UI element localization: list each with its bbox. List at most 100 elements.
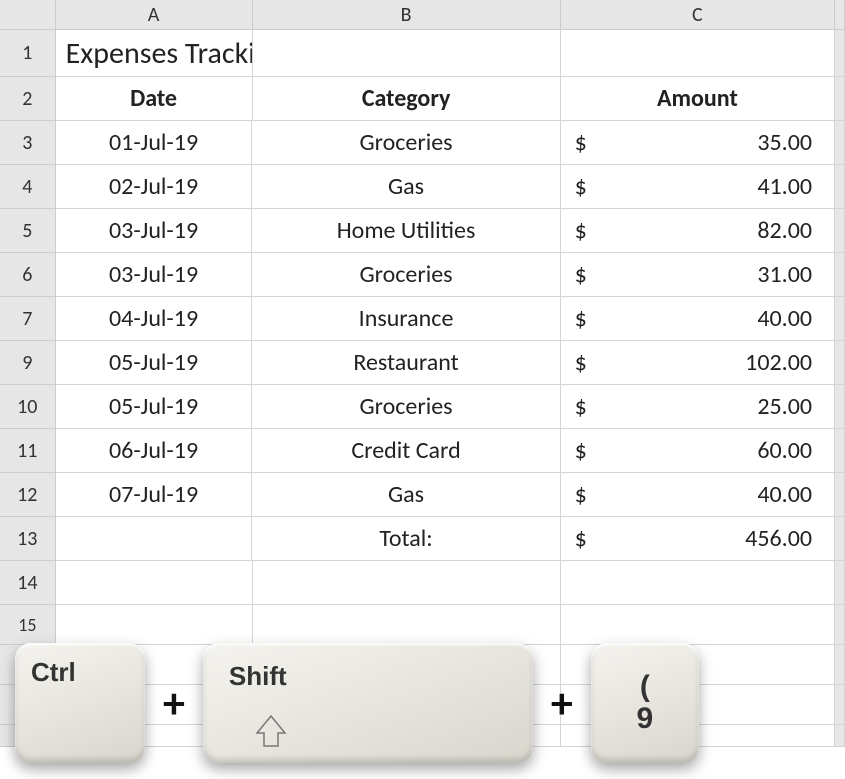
column-header-B[interactable]: B [253, 0, 561, 30]
row-header[interactable]: 5 [0, 209, 56, 253]
cell-total-label[interactable]: Total: [252, 517, 560, 561]
cell-B1[interactable] [253, 30, 561, 77]
cell-date[interactable]: 02-Jul-19 [56, 165, 253, 209]
cell-date[interactable]: 07-Jul-19 [56, 473, 253, 517]
key-label-bottom: 9 [637, 704, 654, 734]
amount-value: 40.00 [757, 304, 812, 333]
cell-date[interactable]: 06-Jul-19 [56, 429, 253, 473]
row-header[interactable]: 2 [0, 77, 56, 121]
cell-amount[interactable]: $40.00 [561, 473, 835, 517]
currency-symbol: $ [575, 524, 587, 553]
select-all-corner[interactable] [0, 0, 56, 30]
cell-amount[interactable]: $60.00 [561, 429, 835, 473]
cell-amount[interactable]: $25.00 [561, 385, 835, 429]
cell[interactable] [56, 561, 253, 605]
amount-value: 102.00 [745, 348, 812, 377]
cell-gutter [835, 725, 845, 747]
table-row: 15 [0, 605, 845, 645]
cell[interactable] [253, 561, 561, 605]
header-category[interactable]: Category [253, 77, 561, 121]
cell-category[interactable]: Gas [252, 473, 560, 517]
currency-symbol: $ [575, 304, 587, 333]
row-header[interactable]: 6 [0, 253, 56, 297]
cell-gutter [835, 517, 845, 561]
currency-symbol: $ [575, 216, 587, 245]
cell-date[interactable]: 04-Jul-19 [56, 297, 253, 341]
column-header-A[interactable]: A [56, 0, 253, 30]
row-header[interactable]: 4 [0, 165, 56, 209]
table-row: 1 Expenses Tracking [0, 30, 845, 77]
header-amount[interactable]: Amount [561, 77, 835, 121]
column-header-C[interactable]: C [561, 0, 835, 30]
cell-amount[interactable]: $35.00 [561, 121, 835, 165]
total-row: 13 Total: $ 456.00 [0, 517, 845, 561]
cell-date[interactable]: 05-Jul-19 [56, 341, 253, 385]
cell-category[interactable]: Gas [252, 165, 560, 209]
cell-date[interactable]: 01-Jul-19 [56, 121, 253, 165]
plus-icon: + [163, 676, 185, 730]
row-header[interactable]: 7 [0, 297, 56, 341]
shift-key-icon: Shift [203, 643, 533, 763]
cell-gutter [835, 645, 845, 685]
cell-total-amount[interactable]: $ 456.00 [561, 517, 835, 561]
cell-amount[interactable]: $31.00 [561, 253, 835, 297]
amount-value: 35.00 [757, 128, 812, 157]
cell[interactable] [561, 605, 835, 645]
row-header[interactable]: 15 [0, 605, 56, 645]
cell-amount[interactable]: $41.00 [561, 165, 835, 209]
table-row: 603-Jul-19Groceries$31.00 [0, 253, 845, 297]
row-header[interactable]: 14 [0, 561, 56, 605]
cell-gutter [835, 385, 845, 429]
key-label: Ctrl [31, 657, 145, 688]
cell[interactable] [561, 561, 835, 605]
cell[interactable] [253, 605, 561, 645]
header-date[interactable]: Date [56, 77, 253, 121]
cell-C1[interactable] [561, 30, 835, 77]
cell-gutter [835, 297, 845, 341]
cell-A1[interactable]: Expenses Tracking [56, 30, 253, 77]
table-row: 503-Jul-19Home Utilities$82.00 [0, 209, 845, 253]
table-row: 402-Jul-19Gas$41.00 [0, 165, 845, 209]
cell-amount[interactable]: $40.00 [561, 297, 835, 341]
row-header[interactable]: 11 [0, 429, 56, 473]
amount-value: 456.00 [745, 524, 812, 553]
column-header-gutter [835, 0, 845, 30]
row-header[interactable]: 3 [0, 121, 56, 165]
spreadsheet-rows: 1 Expenses Tracking 2 Date Category Amou… [0, 30, 845, 747]
cell-total-date[interactable] [56, 517, 253, 561]
cell-gutter [835, 209, 845, 253]
row-header[interactable]: 12 [0, 473, 56, 517]
cell-amount[interactable]: $102.00 [561, 341, 835, 385]
key-label-top: ( [640, 672, 650, 702]
cell-amount[interactable]: $82.00 [561, 209, 835, 253]
ctrl-key-icon: Ctrl [15, 643, 145, 763]
cell-category[interactable]: Groceries [252, 253, 560, 297]
cell-date[interactable]: 05-Jul-19 [56, 385, 253, 429]
cell-gutter [835, 473, 845, 517]
cell-gutter [835, 605, 845, 645]
table-row: 301-Jul-19Groceries$35.00 [0, 121, 845, 165]
currency-symbol: $ [575, 128, 587, 157]
cell-category[interactable]: Home Utilities [252, 209, 560, 253]
keyboard-shortcut-overlay: Ctrl + Shift + ( 9 [15, 643, 699, 763]
table-row: 704-Jul-19Insurance$40.00 [0, 297, 845, 341]
cell-category[interactable]: Groceries [252, 385, 560, 429]
row-header[interactable]: 13 [0, 517, 56, 561]
cell-date[interactable]: 03-Jul-19 [56, 209, 253, 253]
cell-gutter [835, 165, 845, 209]
cell-category[interactable]: Insurance [252, 297, 560, 341]
amount-value: 40.00 [757, 480, 812, 509]
cell-category[interactable]: Restaurant [252, 341, 560, 385]
cell-category[interactable]: Groceries [252, 121, 560, 165]
row-header[interactable]: 10 [0, 385, 56, 429]
page-title: Expenses Tracking [66, 35, 253, 72]
cell-category[interactable]: Credit Card [252, 429, 560, 473]
cell[interactable] [56, 605, 253, 645]
cell-gutter [835, 341, 845, 385]
cell-gutter [835, 685, 845, 725]
row-header[interactable]: 1 [0, 30, 56, 77]
table-row: 1005-Jul-19Groceries$25.00 [0, 385, 845, 429]
cell-date[interactable]: 03-Jul-19 [56, 253, 253, 297]
row-header[interactable]: 9 [0, 341, 56, 385]
nine-key-icon: ( 9 [591, 643, 699, 763]
